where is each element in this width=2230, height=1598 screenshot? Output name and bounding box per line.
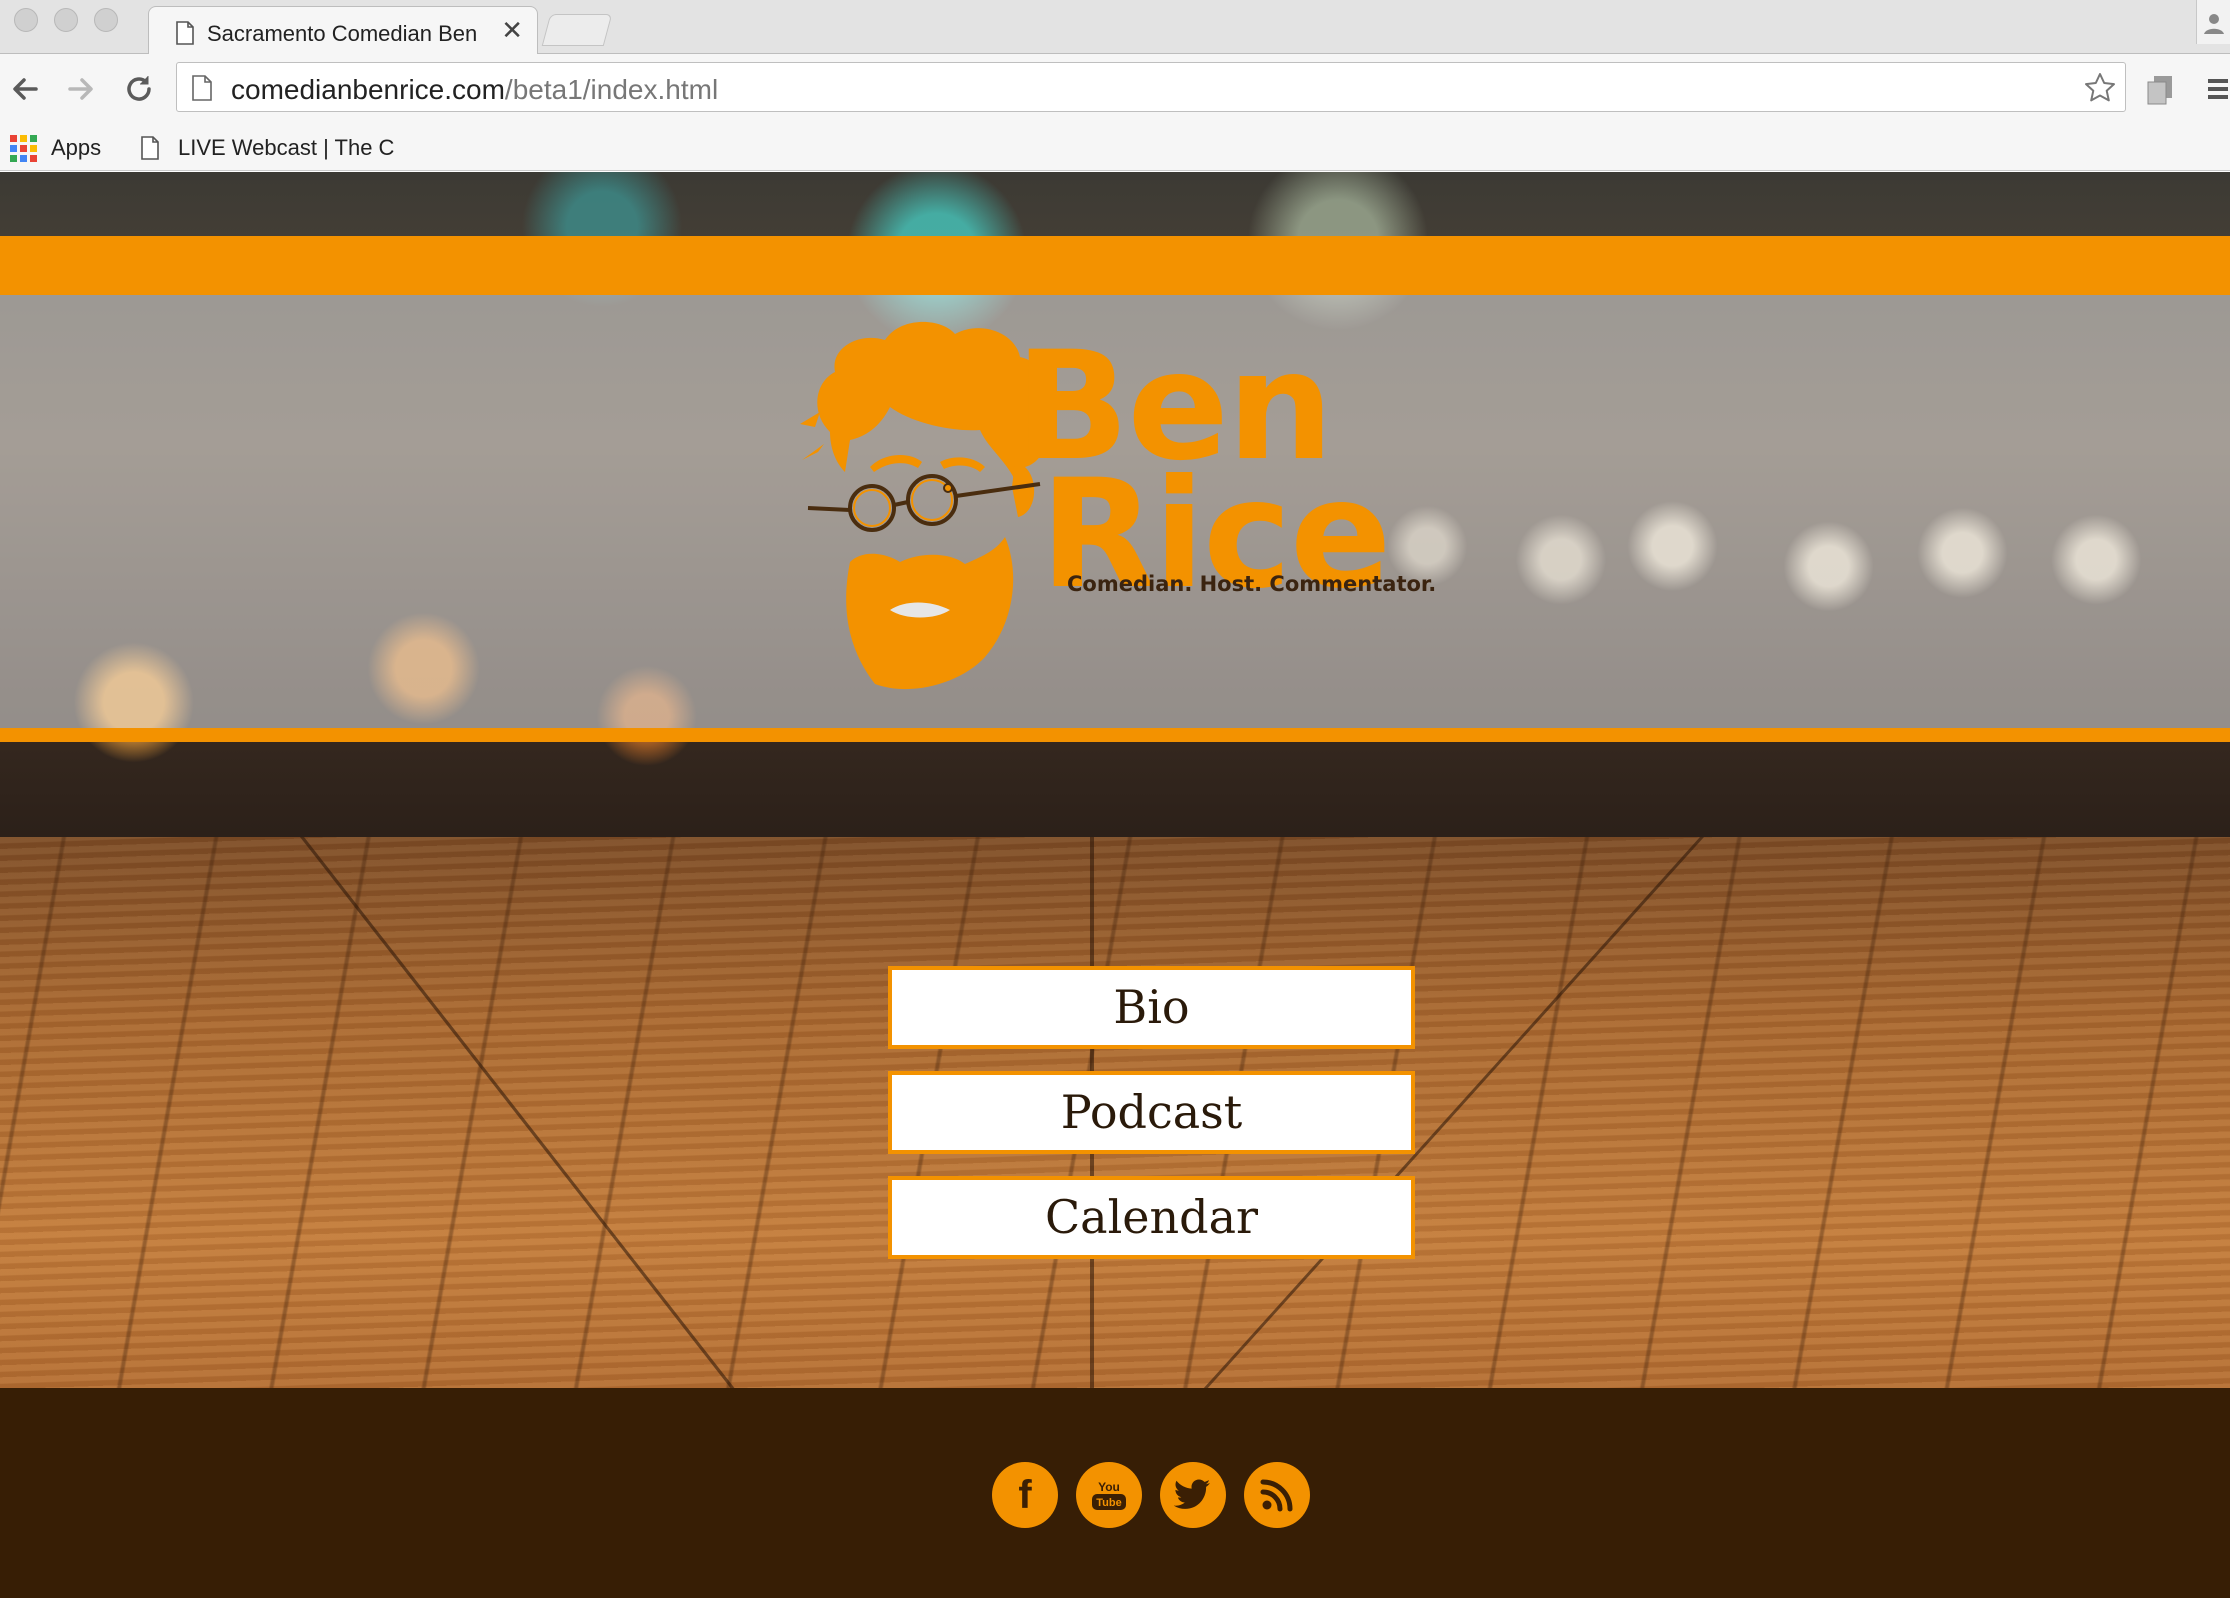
new-tab-button[interactable]	[541, 14, 613, 46]
window-close-control[interactable]	[14, 8, 38, 32]
tab-close-icon[interactable]: ✕	[501, 17, 523, 43]
podcast-button[interactable]: Podcast	[888, 1071, 1415, 1154]
window-minimize-control[interactable]	[54, 8, 78, 32]
svg-text:You: You	[1098, 1480, 1120, 1494]
bookmark-label: LIVE Webcast | The C	[178, 135, 395, 160]
svg-text:Tube: Tube	[1096, 1497, 1121, 1509]
youtube-link[interactable]: You Tube	[1076, 1462, 1142, 1528]
ben-rice-logo[interactable]: Ben Rice Comedian. Host. Commentator.	[790, 312, 1460, 712]
facebook-icon: f	[1018, 1473, 1032, 1517]
back-arrow-icon[interactable]	[8, 72, 42, 106]
bookmark-live-webcast[interactable]: LIVE Webcast | The C	[140, 131, 410, 165]
tab-title: Sacramento Comedian Ben	[207, 21, 478, 46]
rss-icon	[1260, 1479, 1293, 1512]
url-path: /beta1/index.html	[504, 74, 719, 105]
bookmarks-bar: Apps LIVE Webcast | The C	[0, 125, 2230, 171]
twitter-icon	[1174, 1479, 1210, 1509]
hero-orange-divider	[0, 728, 2230, 742]
calendar-button[interactable]: Calendar	[888, 1176, 1415, 1259]
rss-link[interactable]	[1244, 1462, 1310, 1528]
logo-tagline: Comedian. Host. Commentator.	[1067, 572, 1437, 596]
bookmark-star-icon[interactable]	[2083, 71, 2117, 105]
address-bar[interactable]: comedianbenrice.com/beta1/index.html	[176, 62, 2126, 112]
twitter-link[interactable]	[1160, 1462, 1226, 1528]
document-icon	[176, 21, 194, 45]
menu-icon[interactable]	[2206, 76, 2230, 102]
profile-button[interactable]	[2196, 0, 2230, 44]
browser-tabstrip: Sacramento Comedian Ben ✕	[0, 0, 2230, 55]
url-domain: comedianbenrice.com	[231, 74, 505, 105]
document-icon	[141, 136, 159, 160]
page-icon	[192, 75, 212, 101]
bookmark-apps[interactable]: Apps	[10, 131, 101, 165]
youtube-icon: You Tube	[1092, 1480, 1126, 1510]
browser-tab-active[interactable]: Sacramento Comedian Ben ✕	[148, 6, 538, 55]
facebook-link[interactable]: f	[992, 1462, 1058, 1528]
person-icon	[2204, 14, 2224, 34]
url-text: comedianbenrice.com/beta1/index.html	[231, 74, 718, 106]
browser-toolbar: comedianbenrice.com/beta1/index.html	[0, 54, 2230, 125]
header-orange-band	[0, 236, 2230, 295]
apps-grid-icon	[10, 134, 37, 162]
page-viewport: Ben Rice Comedian. Host. Commentator. Bi…	[0, 172, 2230, 1598]
bookmark-label: Apps	[51, 135, 102, 160]
extension-icon[interactable]	[2144, 72, 2178, 106]
forward-arrow-icon[interactable]	[64, 72, 98, 106]
bio-button[interactable]: Bio	[888, 966, 1415, 1049]
window-zoom-control[interactable]	[94, 8, 118, 32]
reload-icon[interactable]	[122, 72, 156, 106]
